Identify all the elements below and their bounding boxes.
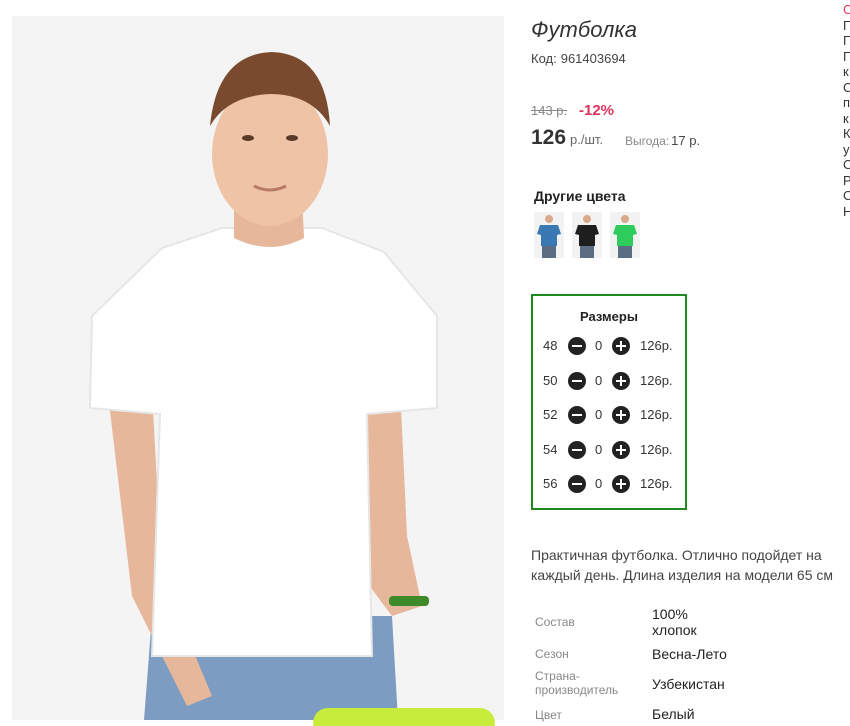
size-price: 126р.	[640, 338, 673, 353]
color-swatches	[534, 212, 640, 258]
attr-label-country: Страна- производитель	[535, 669, 619, 697]
side-letter: С	[843, 188, 850, 203]
size-row: 50 0 126р.	[533, 370, 685, 392]
attr-label-season: Сезон	[535, 647, 569, 661]
size-price: 126р.	[640, 476, 673, 491]
side-letter: С	[843, 79, 850, 95]
color-swatch-blue[interactable]	[534, 212, 564, 258]
other-colors-title: Другие цвета	[534, 188, 626, 204]
product-code-value: 961403694	[560, 51, 626, 66]
current-price: 126	[531, 126, 567, 149]
size-label: 56	[543, 476, 558, 491]
sizes-box: Размеры 48 0 126р. 50 0 126р. 52 0 126р.…	[531, 294, 687, 510]
size-label: 48	[543, 338, 558, 353]
price-row: 126 р./шт.	[531, 126, 603, 150]
attr-value-composition: 100% хлопок	[652, 606, 697, 638]
quantity-value: 0	[595, 442, 603, 457]
size-row: 56 0 126р.	[533, 473, 685, 495]
plus-icon[interactable]	[612, 441, 630, 459]
attr-label-color: Цвет	[535, 708, 562, 722]
benefit: Выгода: 17 р.	[625, 133, 700, 148]
attr-value-season: Весна-Лето	[652, 646, 727, 662]
minus-icon[interactable]	[568, 337, 586, 355]
plus-icon[interactable]	[612, 372, 630, 390]
attr-value-country: Узбекистан	[652, 676, 725, 692]
side-column: С П П П к С п к К у С Р С Н	[843, 2, 850, 219]
side-letter: К	[843, 126, 850, 141]
product-code: Код: 961403694	[531, 51, 626, 66]
side-letter: к	[843, 110, 849, 126]
price-unit: р./шт.	[570, 132, 604, 147]
benefit-value: 17 р.	[671, 133, 701, 148]
product-code-label: Код:	[531, 51, 557, 66]
size-row: 52 0 126р.	[533, 404, 685, 426]
size-label: 52	[543, 407, 558, 422]
quantity-value: 0	[595, 373, 603, 388]
benefit-label: Выгода:	[625, 134, 670, 148]
discount-badge: -12%	[579, 102, 615, 119]
plus-icon[interactable]	[612, 406, 630, 424]
side-letter: П	[843, 48, 850, 64]
side-letter: П	[843, 33, 850, 48]
add-to-cart-button[interactable]	[313, 708, 495, 726]
side-letter: П	[843, 17, 850, 33]
plus-icon[interactable]	[612, 475, 630, 493]
side-letter: Р	[843, 172, 850, 188]
quantity-value: 0	[595, 338, 603, 353]
color-swatch-black[interactable]	[572, 212, 602, 258]
size-price: 126р.	[640, 407, 673, 422]
attr-label-composition: Состав	[535, 615, 575, 629]
plus-icon[interactable]	[612, 337, 630, 355]
old-price: 143 р.	[531, 103, 568, 118]
size-label: 54	[543, 442, 558, 457]
color-swatch-green[interactable]	[610, 212, 640, 258]
size-label: 50	[543, 373, 558, 388]
minus-icon[interactable]	[568, 475, 586, 493]
minus-icon[interactable]	[568, 406, 586, 424]
product-title: Футболка	[531, 17, 637, 42]
side-letter: к	[843, 64, 849, 79]
side-letter: С	[843, 2, 850, 17]
size-row: 48 0 126р.	[533, 335, 685, 357]
quantity-value: 0	[595, 407, 603, 422]
product-photo[interactable]	[12, 16, 504, 720]
sizes-title: Размеры	[580, 309, 638, 324]
side-letter: у	[843, 141, 850, 157]
size-price: 126р.	[640, 373, 673, 388]
minus-icon[interactable]	[568, 441, 586, 459]
model-illustration	[12, 16, 504, 720]
side-letter: Н	[843, 203, 850, 219]
size-row: 54 0 126р.	[533, 439, 685, 461]
size-price: 126р.	[640, 442, 673, 457]
quantity-value: 0	[595, 476, 603, 491]
product-description: Практичная футболка. Отлично подойдет на…	[531, 547, 834, 583]
minus-icon[interactable]	[568, 372, 586, 390]
attr-value-color: Белый	[652, 706, 695, 722]
side-letter: С	[843, 157, 850, 172]
side-letter: п	[843, 95, 850, 110]
